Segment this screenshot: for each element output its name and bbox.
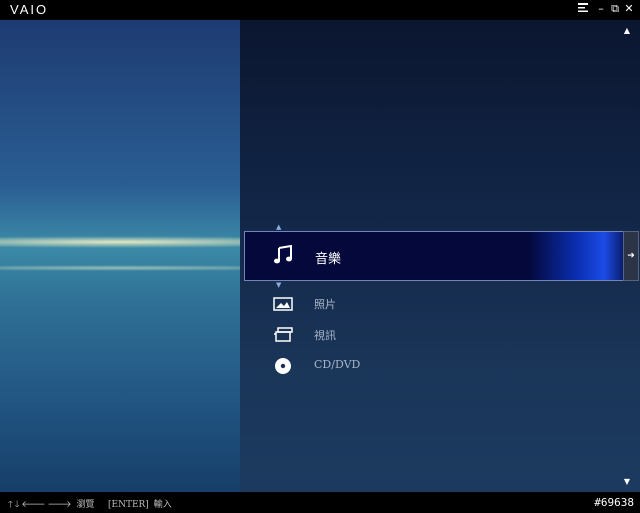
visual-panel bbox=[0, 20, 240, 492]
nav-hint-label: 瀏覽 bbox=[76, 500, 95, 510]
disc-icon bbox=[272, 356, 294, 376]
menu-up-arrow-icon[interactable]: ▲ bbox=[276, 223, 281, 231]
menu-item-label: 視訊 bbox=[314, 329, 336, 342]
arrow-right-icon[interactable]: ➜ bbox=[623, 231, 639, 281]
video-icon bbox=[272, 325, 294, 345]
menu-item-music[interactable]: 音樂 ➜ bbox=[244, 231, 639, 281]
scroll-up-icon[interactable]: ▲ bbox=[624, 26, 630, 35]
arrow-down-icon: 🡓 bbox=[14, 500, 20, 510]
photo-icon bbox=[272, 294, 294, 314]
menu-down-arrow-icon[interactable]: ▼ bbox=[276, 281, 281, 289]
arrow-left-icon: 🡐 bbox=[21, 500, 46, 510]
arrow-up-icon: 🡑 bbox=[8, 500, 13, 510]
status-bar: 🡑 🡓 🡐 🡒 瀏覽 [ENTER] 輸入 #69638 bbox=[0, 492, 640, 512]
menu-panel: ▲ ▲ 音樂 ➜ ▼ 照片 視訊 CD/DVD ▼ bbox=[240, 20, 640, 492]
vaio-logo: VAIO bbox=[10, 2, 49, 17]
keyboard-hint: 🡑 🡓 🡐 🡒 瀏覽 [ENTER] 輸入 bbox=[8, 497, 174, 513]
enter-key-label: [ENTER] bbox=[108, 500, 149, 510]
menu-icon[interactable] bbox=[576, 2, 590, 16]
status-code: #69638 bbox=[594, 496, 634, 509]
menu-item-label: 音樂 bbox=[315, 252, 342, 267]
menu-item-cd-dvd[interactable]: CD/DVD bbox=[244, 352, 626, 380]
close-icon[interactable]: ✕ bbox=[622, 2, 636, 16]
restore-icon[interactable]: ⧉ bbox=[608, 2, 622, 16]
arrow-right-icon: 🡒 bbox=[47, 500, 72, 510]
title-bar: VAIO – ⧉ ✕ bbox=[0, 0, 640, 20]
menu-item-label: CD/DVD bbox=[314, 358, 361, 371]
scroll-down-icon[interactable]: ▼ bbox=[624, 477, 630, 486]
enter-hint-label: 輸入 bbox=[153, 500, 172, 510]
menu-item-photos[interactable]: 照片 bbox=[244, 290, 626, 318]
menu-item-video[interactable]: 視訊 bbox=[244, 321, 626, 349]
menu-item-label: 照片 bbox=[314, 298, 336, 311]
music-note-icon bbox=[273, 244, 295, 265]
minimize-icon[interactable]: – bbox=[594, 2, 608, 16]
